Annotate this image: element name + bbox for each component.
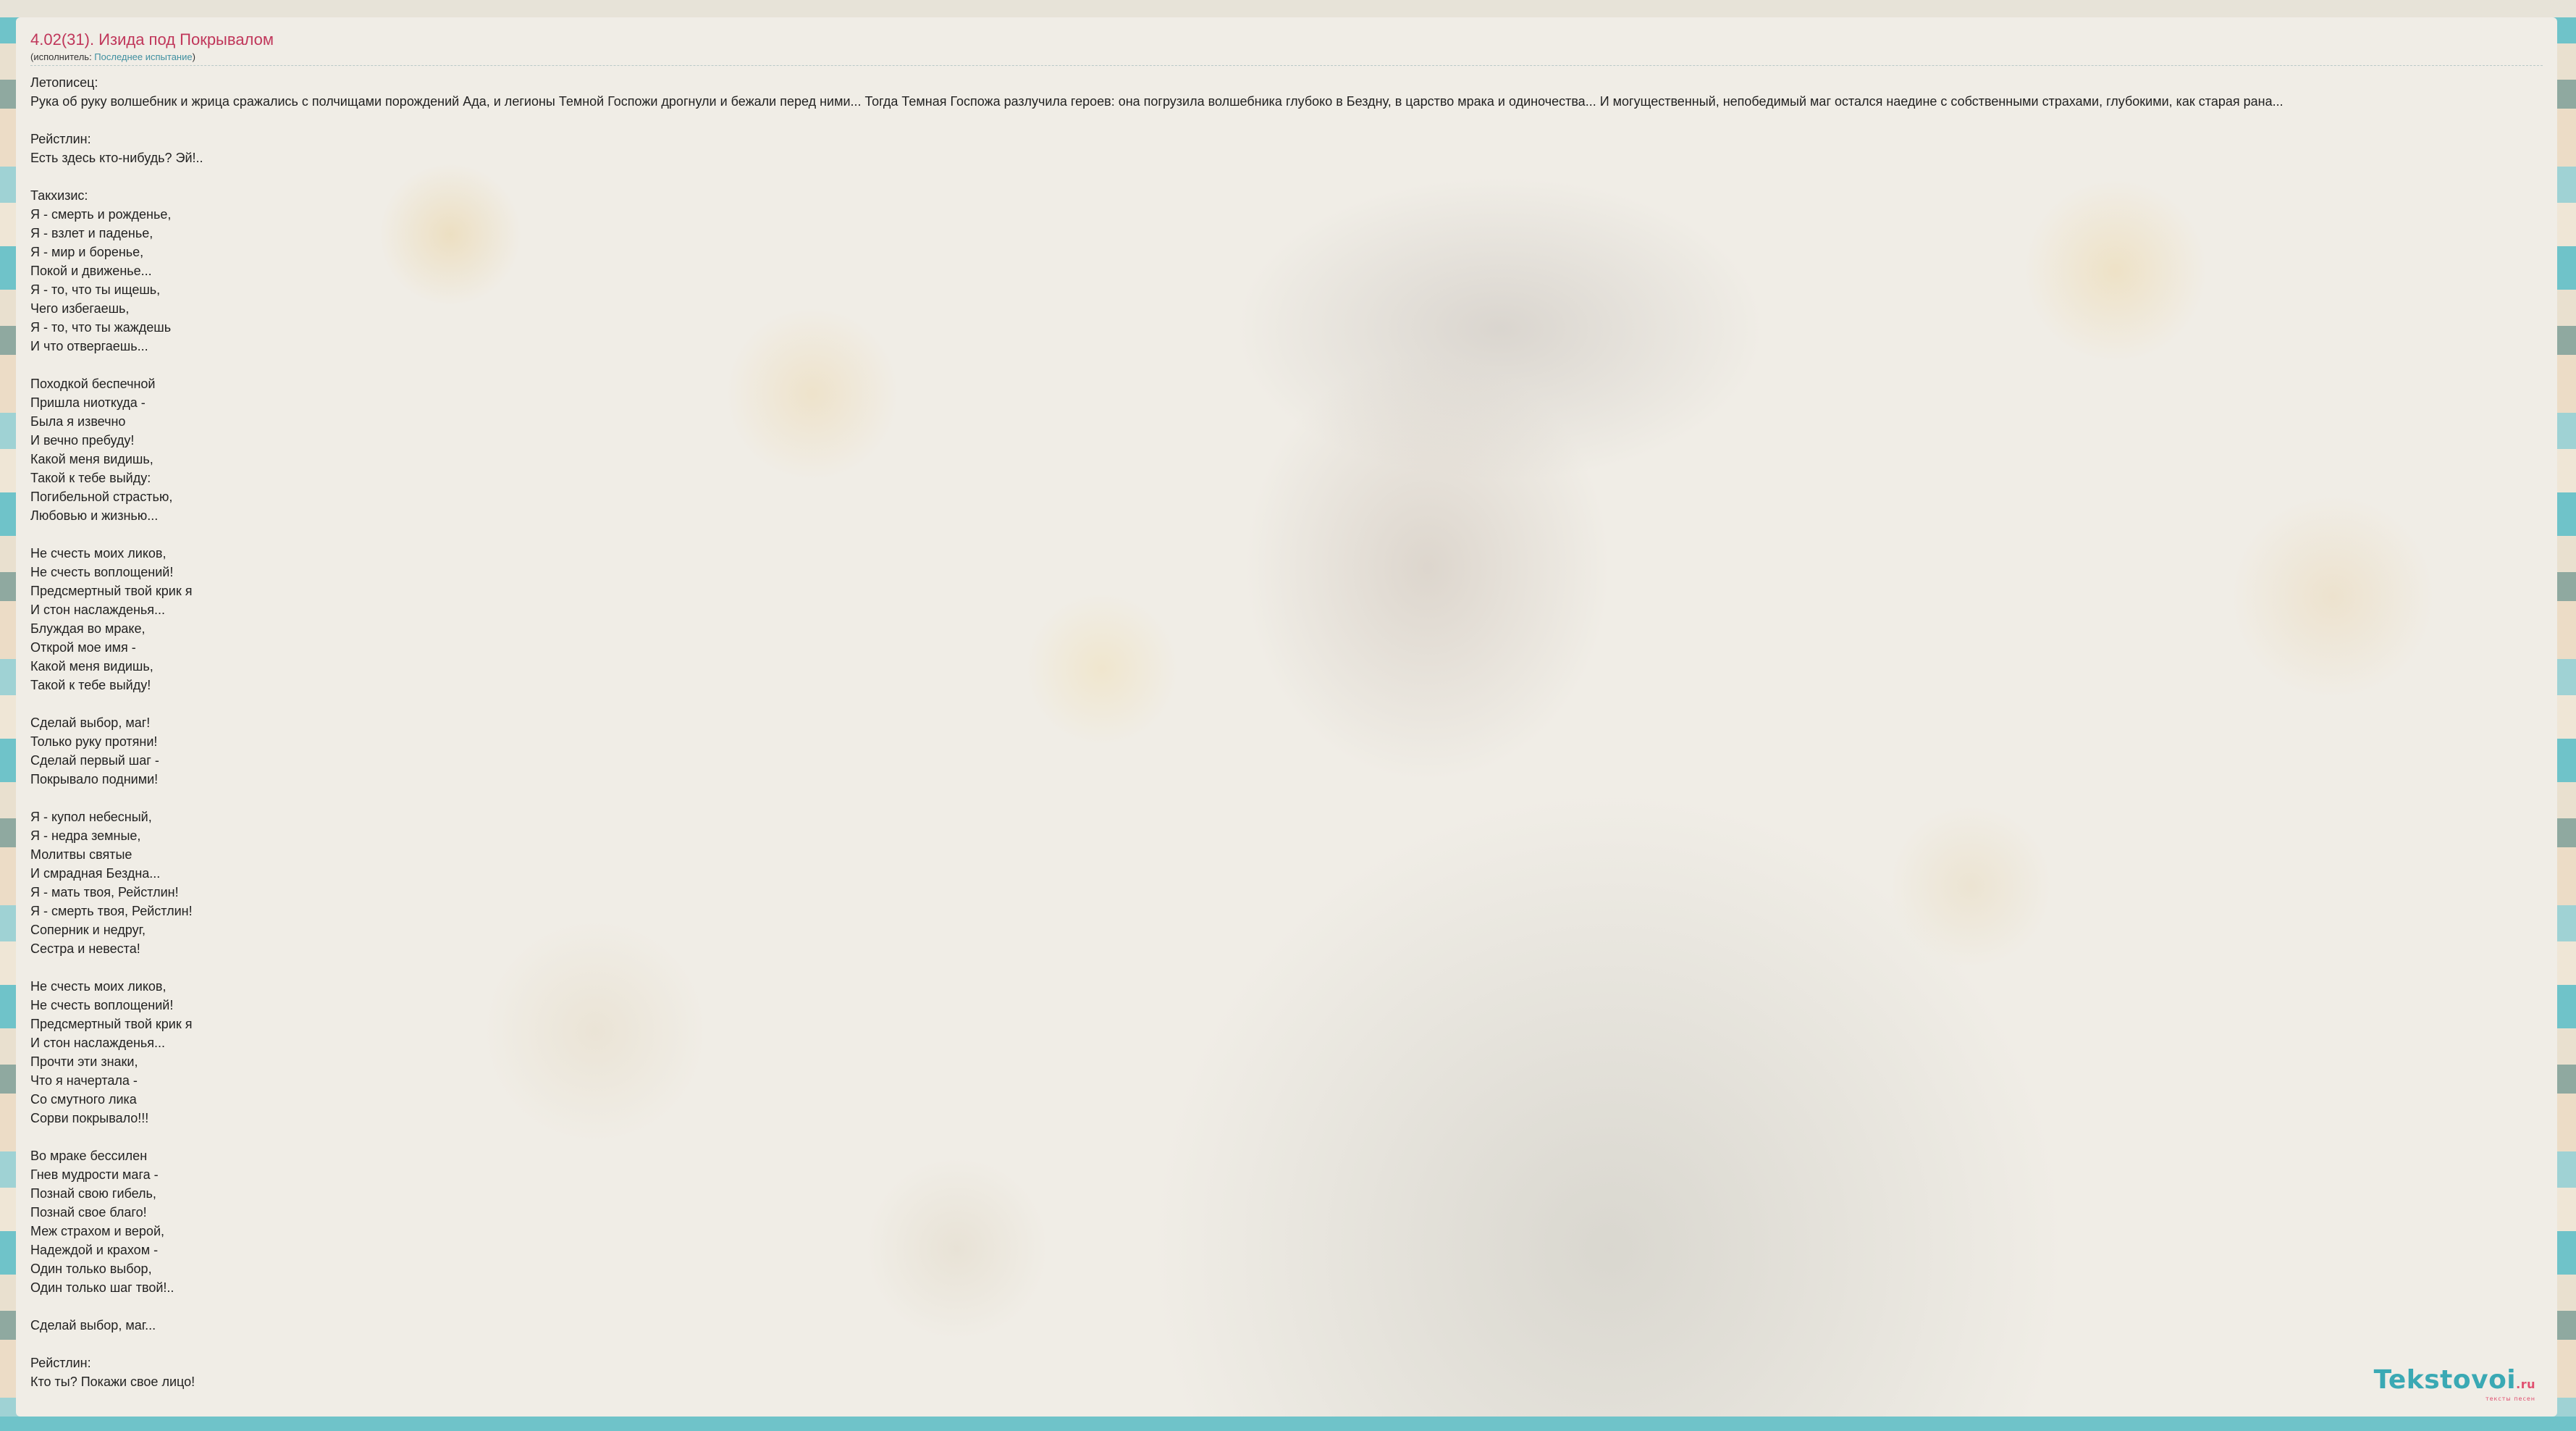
- logo-suffix: .ru: [2516, 1377, 2535, 1391]
- lyrics-line: Покрывало подними!: [30, 772, 159, 786]
- lyrics-line: Кто ты? Покажи свое лицо!: [30, 1375, 195, 1389]
- lyrics-line: Прочти эти знаки,: [30, 1054, 138, 1069]
- lyrics-line: И вечно пребуду!: [30, 433, 135, 448]
- lyrics-line: Один только выбор,: [30, 1262, 152, 1276]
- lyrics-line: Сорви покрывало!!!: [30, 1111, 149, 1125]
- lyrics-line: Один только шаг твой!..: [30, 1280, 174, 1295]
- performer-suffix: ): [192, 51, 195, 62]
- lyrics-line: Такхизис:: [30, 188, 88, 203]
- lyrics-blank-line: [30, 525, 2543, 544]
- lyrics-line: Сестра и невеста!: [30, 941, 140, 956]
- lyrics-blank-line: [30, 958, 2543, 977]
- lyrics-line: Сделай выбор, маг...: [30, 1318, 156, 1333]
- lyrics-line: Погибельной страстью,: [30, 490, 173, 504]
- lyrics-blank-line: [30, 1297, 2543, 1316]
- lyrics-line: И стон наслажденья...: [30, 1036, 166, 1050]
- lyrics-line: Чего избегаешь,: [30, 301, 130, 316]
- lyrics-line: Молитвы святые: [30, 847, 132, 862]
- lyrics-line: Познай свою гибель,: [30, 1186, 156, 1201]
- lyrics-line: Со смутного лика: [30, 1092, 137, 1107]
- song-content: 4.02(31). Изида под Покрывалом (исполнит…: [30, 29, 2543, 1391]
- lyrics-line: И что отвергаешь...: [30, 339, 148, 353]
- lyrics-line: Не счесть воплощений!: [30, 998, 174, 1012]
- lyrics-line: Есть здесь кто-нибудь? Эй!..: [30, 151, 203, 165]
- lyrics-line: Я - мир и боренье,: [30, 245, 144, 259]
- lyrics-blank-line: [30, 111, 2543, 130]
- lyrics-line: Была я извечно: [30, 414, 126, 429]
- lyrics-line: Не счесть моих ликов,: [30, 546, 167, 561]
- lyrics-line: Что я начертала -: [30, 1073, 138, 1088]
- lyrics-line: Покой и движенье...: [30, 264, 152, 278]
- lyrics-line: Я - смерть твоя, Рейстлин!: [30, 904, 193, 918]
- lyrics-line: Такой к тебе выйду!: [30, 678, 151, 692]
- performer-line: (исполнитель: Последнее испытание): [30, 51, 2543, 64]
- lyrics-line: Рейстлин:: [30, 132, 91, 146]
- lyrics-line: Соперник и недруг,: [30, 923, 146, 937]
- logo-tagline: тексты песен: [2485, 1396, 2535, 1402]
- lyrics-line: Походкой беспечной: [30, 377, 156, 391]
- lyrics-line: Рука об руку волшебник и жрица сражались…: [30, 94, 2284, 109]
- lyrics-line: Я - взлет и паденье,: [30, 226, 153, 240]
- lyrics-blank-line: [30, 694, 2543, 713]
- lyrics-panel: 4.02(31). Изида под Покрывалом (исполнит…: [16, 17, 2557, 1417]
- lyrics-line: Пришла ниоткуда -: [30, 395, 146, 410]
- lyrics-line: Гнев мудрости мага -: [30, 1167, 159, 1182]
- lyrics-line: Блуждая во мраке,: [30, 621, 146, 636]
- title-divider: [30, 65, 2543, 66]
- lyrics-line: И смрадная Бездна...: [30, 866, 161, 881]
- lyrics-line: Познай свое благо!: [30, 1205, 147, 1220]
- lyrics-line: Такой к тебе выйду:: [30, 471, 151, 485]
- lyrics-text: Летописец: Рука об руку волшебник и жрица…: [30, 73, 2543, 1391]
- lyrics-line: Сделай выбор, маг!: [30, 716, 151, 730]
- lyrics-blank-line: [30, 167, 2543, 186]
- lyrics-line: Я - купол небесный,: [30, 810, 152, 824]
- lyrics-line: Предсмертный твой крик я: [30, 1017, 193, 1031]
- lyrics-line: Меж страхом и верой,: [30, 1224, 165, 1238]
- lyrics-line: И стон наслажденья...: [30, 603, 166, 617]
- lyrics-line: Я - мать твоя, Рейстлин!: [30, 885, 179, 899]
- lyrics-line: Во мраке бессилен: [30, 1149, 148, 1163]
- lyrics-blank-line: [30, 1335, 2543, 1354]
- lyrics-line: Рейстлин:: [30, 1356, 91, 1370]
- lyrics-line: Любовью и жизнью...: [30, 508, 159, 523]
- lyrics-line: Я - смерть и рожденье,: [30, 207, 172, 222]
- lyrics-line: Я - недра земные,: [30, 828, 141, 843]
- logo-brand: Tekstovoi: [2373, 1365, 2517, 1395]
- frame-bottom-strip: [0, 1417, 2576, 1431]
- performer-link[interactable]: Последнее испытание: [94, 51, 192, 62]
- lyrics-line: Летописец:: [30, 75, 98, 90]
- site-logo[interactable]: Tekstovoi.ru тексты песен: [2373, 1365, 2535, 1402]
- lyrics-line: Какой меня видишь,: [30, 452, 153, 466]
- lyrics-line: Предсмертный твой крик я: [30, 584, 193, 598]
- lyrics-line: Не счесть воплощений!: [30, 565, 174, 579]
- song-title: 4.02(31). Изида под Покрывалом: [30, 30, 274, 49]
- lyrics-line: Не счесть моих ликов,: [30, 979, 167, 994]
- lyrics-line: Я - то, что ты ищешь,: [30, 282, 161, 297]
- lyrics-line: Только руку протяни!: [30, 734, 158, 749]
- lyrics-line: Какой меня видишь,: [30, 659, 153, 673]
- lyrics-blank-line: [30, 1128, 2543, 1146]
- lyrics-line: Сделай первый шаг -: [30, 753, 159, 768]
- lyrics-blank-line: [30, 789, 2543, 807]
- lyrics-line: Открой мое имя -: [30, 640, 136, 655]
- lyrics-blank-line: [30, 356, 2543, 374]
- lyrics-line: Надеждой и крахом -: [30, 1243, 159, 1257]
- lyrics-line: Я - то, что ты жаждешь: [30, 320, 172, 335]
- performer-prefix: (исполнитель:: [30, 51, 95, 62]
- frame-top-strip: [0, 0, 2576, 17]
